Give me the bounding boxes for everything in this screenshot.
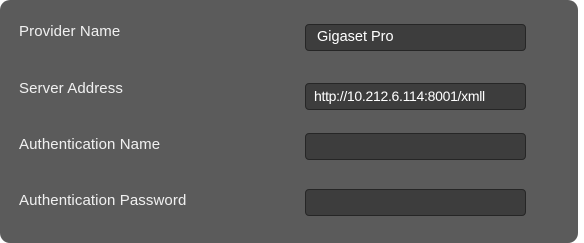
server-address-label: Server Address	[19, 80, 123, 97]
authentication-password-label: Authentication Password	[19, 192, 187, 209]
settings-panel: Provider Name Gigaset Pro Server Address…	[0, 0, 578, 243]
authentication-password-input[interactable]	[305, 189, 526, 216]
authentication-name-input[interactable]	[305, 133, 526, 160]
server-address-input[interactable]: http://10.212.6.114:8001/xmll	[305, 83, 526, 110]
authentication-name-label: Authentication Name	[19, 136, 161, 153]
authentication-password-row: Authentication Password	[0, 0, 578, 216]
